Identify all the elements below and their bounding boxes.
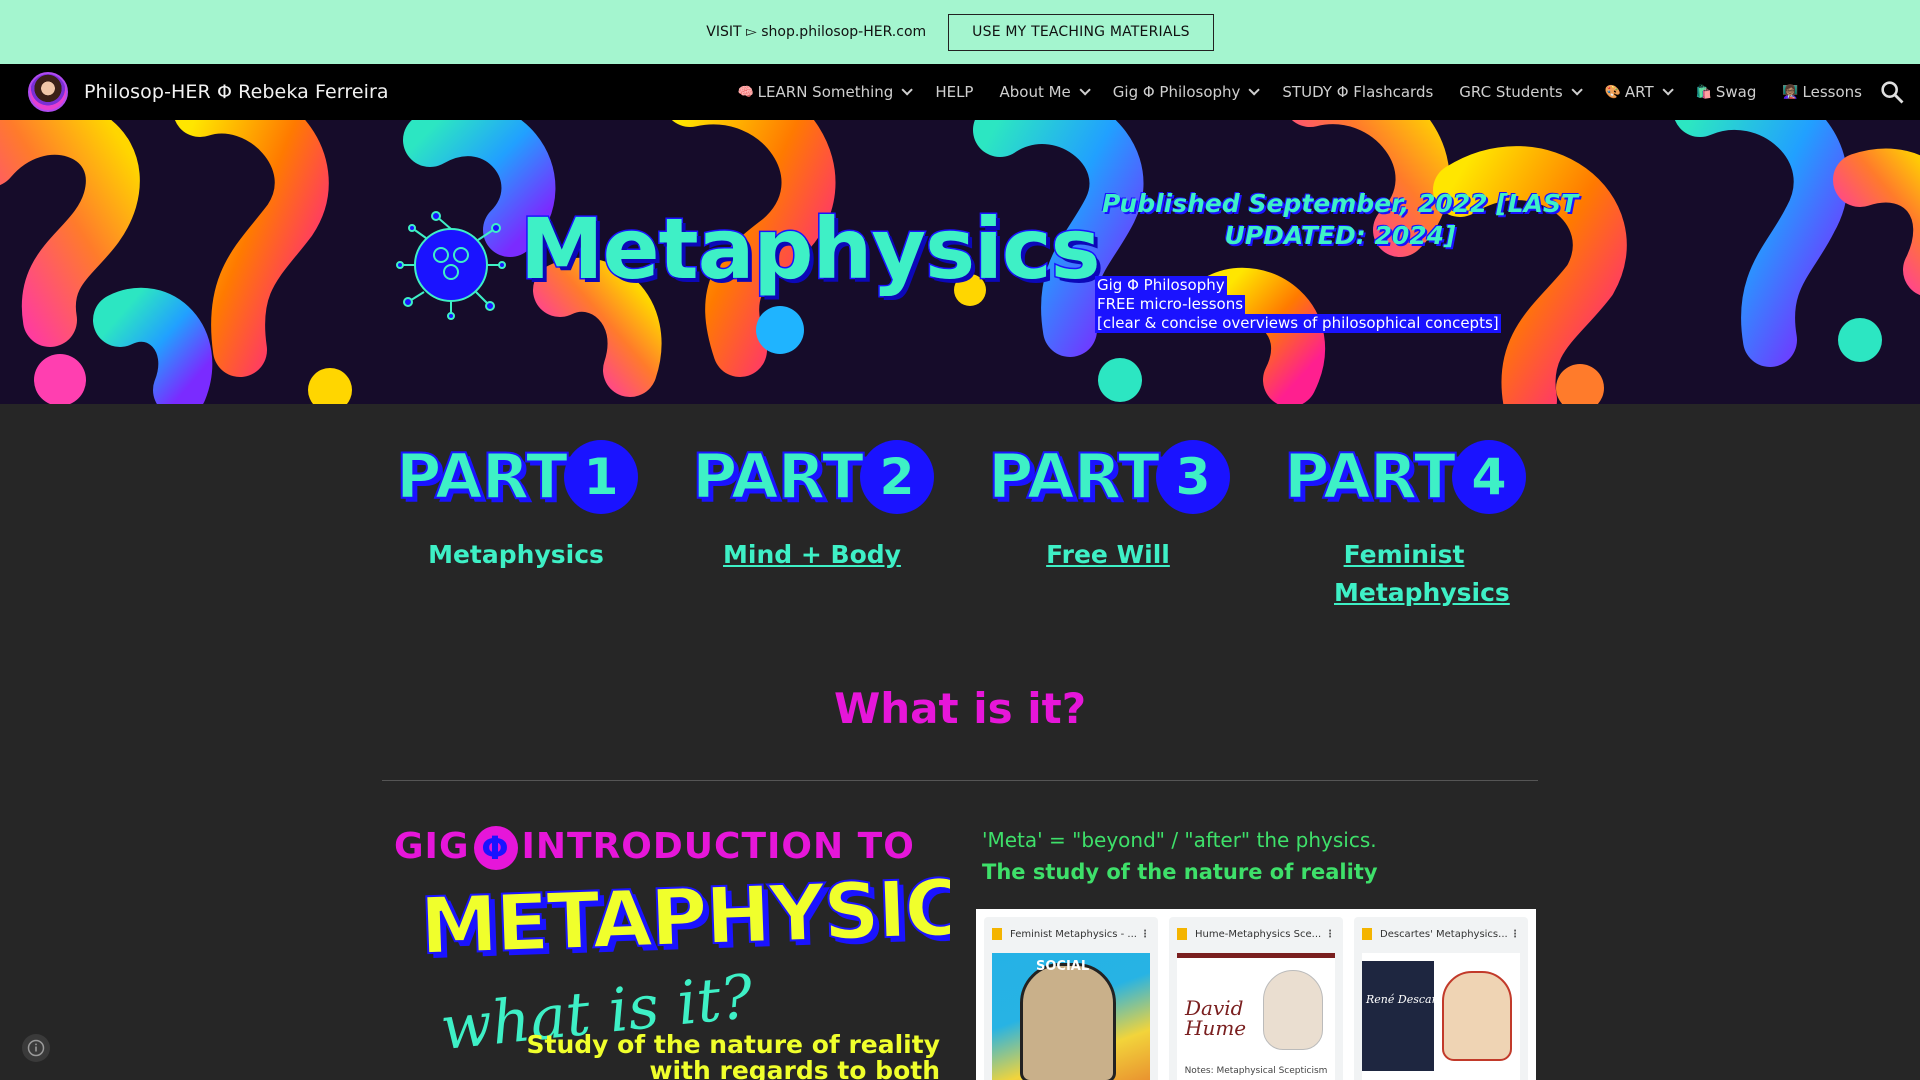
nav-item-label: GRC Students — [1459, 83, 1563, 101]
meta-definition: 'Meta' = "beyond" / "after" the physics. — [982, 828, 1377, 852]
drive-file-title: Hume-Metaphysics Sce... — [1195, 928, 1322, 940]
intro-metaphysics-title: METAPHYSICS — [418, 861, 950, 974]
nav-item-art[interactable]: 🎨 ART — [1604, 83, 1674, 101]
drive-file-header: Descartes' Metaphysics... ⋮ — [1354, 917, 1528, 951]
dark-panel — [1362, 961, 1434, 1071]
announcement-text[interactable]: VISIT ▻ shop.philosop-HER.com — [706, 24, 926, 40]
metaphysics-definition: The study of the nature of reality — [982, 860, 1378, 884]
slides-icon — [1362, 928, 1372, 940]
chevron-down-icon[interactable] — [1571, 84, 1583, 96]
teaching-materials-button[interactable]: USE MY TEACHING MATERIALS — [948, 13, 1214, 51]
intro-gig-text: GIG — [394, 826, 470, 867]
thumb-text: SOCIAL — [1036, 959, 1090, 974]
nav-item-label: ART — [1624, 83, 1654, 101]
slides-icon — [992, 928, 1002, 940]
hero-title: Metaphysics — [519, 199, 1103, 300]
search-icon[interactable] — [1878, 78, 1906, 106]
nav-item-label: STUDY Φ Flashcards — [1282, 83, 1434, 101]
drive-file-header: Hume-Metaphysics Sce... ⋮ — [1169, 917, 1343, 951]
thumb-text: René Descartes — [1366, 993, 1454, 1006]
nav-item-gig-philosophy[interactable]: Gig Φ Philosophy — [1112, 83, 1261, 101]
nav-item-label: Lessons — [1802, 83, 1862, 101]
published-date: Published September, 2022 [LAST UPDATED:… — [1101, 189, 1579, 250]
nav-menu: 🧠 LEARN Something HELP About Me Gig Φ Phi… — [711, 64, 1862, 120]
drive-file-card[interactable]: Descartes' Metaphysics... ⋮ René Descarte… — [1354, 917, 1528, 1080]
section-divider — [382, 780, 1538, 781]
portrait-image — [1263, 970, 1323, 1050]
brain-icon: 🧠 — [737, 84, 754, 100]
drive-file-title: Feminist Metaphysics - ... — [1010, 928, 1137, 940]
slides-icon — [1177, 928, 1187, 940]
drive-file-title: Descartes' Metaphysics... — [1380, 928, 1508, 940]
nav-item-label: HELP — [935, 83, 974, 101]
phi-logo-icon: Φ — [473, 826, 518, 870]
thumb-caption: Notes: Metaphysical Scepticism — [1184, 1066, 1328, 1076]
chevron-down-icon[interactable] — [1248, 84, 1261, 96]
nav-item-label: LEARN Something — [757, 83, 894, 101]
announcement-bar: VISIT ▻ shop.philosop-HER.com USE MY TEA… — [0, 0, 1920, 64]
hero-note-line: Gig Φ Philosophy — [1095, 276, 1227, 295]
part-word: PART — [691, 439, 865, 514]
nav-item-flashcards[interactable]: STUDY Φ Flashcards — [1282, 83, 1433, 101]
part-number: 4 — [1452, 440, 1526, 514]
part-4-link[interactable]: Feminist Metaphysics — [1274, 536, 1534, 612]
nav-item-label: Swag — [1715, 83, 1757, 101]
more-options-icon[interactable]: ⋮ — [1325, 929, 1335, 940]
hero-note: Gig Φ Philosophy FREE micro-lessons [cle… — [1095, 276, 1501, 333]
nav-item-learn[interactable]: 🧠 LEARN Something — [737, 83, 914, 101]
info-button[interactable] — [22, 1034, 50, 1062]
part-word: PART — [395, 439, 569, 514]
part-number: 2 — [860, 440, 934, 514]
shopping-bags-icon: 🛍️ — [1695, 84, 1712, 100]
part-2-badge: PART 2 — [691, 438, 952, 518]
site-logo-avatar[interactable] — [28, 72, 68, 112]
drive-file-card[interactable]: Hume-Metaphysics Sce... ⋮ David Hume Note… — [1169, 917, 1343, 1080]
atom-icon — [396, 211, 506, 320]
drive-folder-embed: Feminist Metaphysics - ... ⋮ SOCIAL Hume-… — [976, 909, 1536, 1080]
palette-icon: 🎨 — [1604, 84, 1621, 100]
nav-item-lessons[interactable]: 👩🏽‍🏫 Lessons — [1782, 83, 1862, 101]
hero-note-line: [clear & concise overviews of philosophi… — [1095, 314, 1501, 333]
more-options-icon[interactable]: ⋮ — [1510, 929, 1520, 940]
intro-to-text: INTRODUCTION TO — [521, 826, 915, 867]
chevron-down-icon[interactable] — [1079, 84, 1091, 96]
drive-file-header: Feminist Metaphysics - ... ⋮ — [984, 917, 1158, 951]
part-number: 3 — [1156, 440, 1230, 514]
nav-item-help[interactable]: HELP — [935, 83, 973, 101]
portrait-image — [1442, 971, 1512, 1061]
intro-description: Study of the nature of reality with rega… — [526, 1030, 940, 1080]
section-heading: What is it? — [833, 684, 1087, 733]
part-word: PART — [987, 439, 1161, 514]
drive-file-thumbnail: René Descartes — [1362, 953, 1520, 1080]
part-number: 1 — [564, 440, 638, 514]
drive-file-card[interactable]: Feminist Metaphysics - ... ⋮ SOCIAL — [984, 917, 1158, 1080]
intro-heading: GIG Φ INTRODUCTION TO — [394, 826, 915, 870]
drive-file-thumbnail: SOCIAL — [992, 953, 1150, 1080]
part-2-link[interactable]: Mind + Body — [682, 536, 942, 574]
part-3-badge: PART 3 — [987, 438, 1248, 518]
info-icon — [27, 1039, 45, 1057]
nav-item-swag[interactable]: 🛍️ Swag — [1696, 83, 1757, 101]
nav-item-label: About Me — [999, 83, 1071, 101]
chevron-down-icon[interactable] — [1662, 84, 1674, 96]
site-title[interactable]: Philosop-HER Φ Rebeka Ferreira — [84, 64, 389, 120]
nav-item-about[interactable]: About Me — [999, 83, 1091, 101]
thumb-text: David Hume — [1185, 996, 1247, 1040]
nav-item-label: Gig Φ Philosophy — [1112, 83, 1241, 101]
more-options-icon[interactable]: ⋮ — [1140, 929, 1150, 940]
top-nav: Philosop-HER Φ Rebeka Ferreira 🧠 LEARN So… — [0, 64, 1920, 120]
hero-note-line: FREE micro-lessons — [1095, 295, 1246, 314]
part-3-link[interactable]: Free Will — [978, 536, 1238, 574]
intro-graphic: GIG Φ INTRODUCTION TO METAPHYSICS what is … — [390, 820, 950, 1080]
teacher-icon: 👩🏽‍🏫 — [1782, 84, 1799, 100]
part-4-badge: PART 4 — [1283, 438, 1544, 518]
part-1-badge: PART 1 — [395, 438, 656, 518]
part-1-label: Metaphysics — [428, 540, 604, 569]
part-word: PART — [1283, 439, 1457, 514]
face-collage-image — [1020, 963, 1116, 1080]
drive-file-thumbnail: David Hume Notes: Metaphysical Scepticis… — [1177, 953, 1335, 1080]
nav-item-grc-students[interactable]: GRC Students — [1459, 83, 1583, 101]
chevron-down-icon[interactable] — [901, 84, 914, 96]
